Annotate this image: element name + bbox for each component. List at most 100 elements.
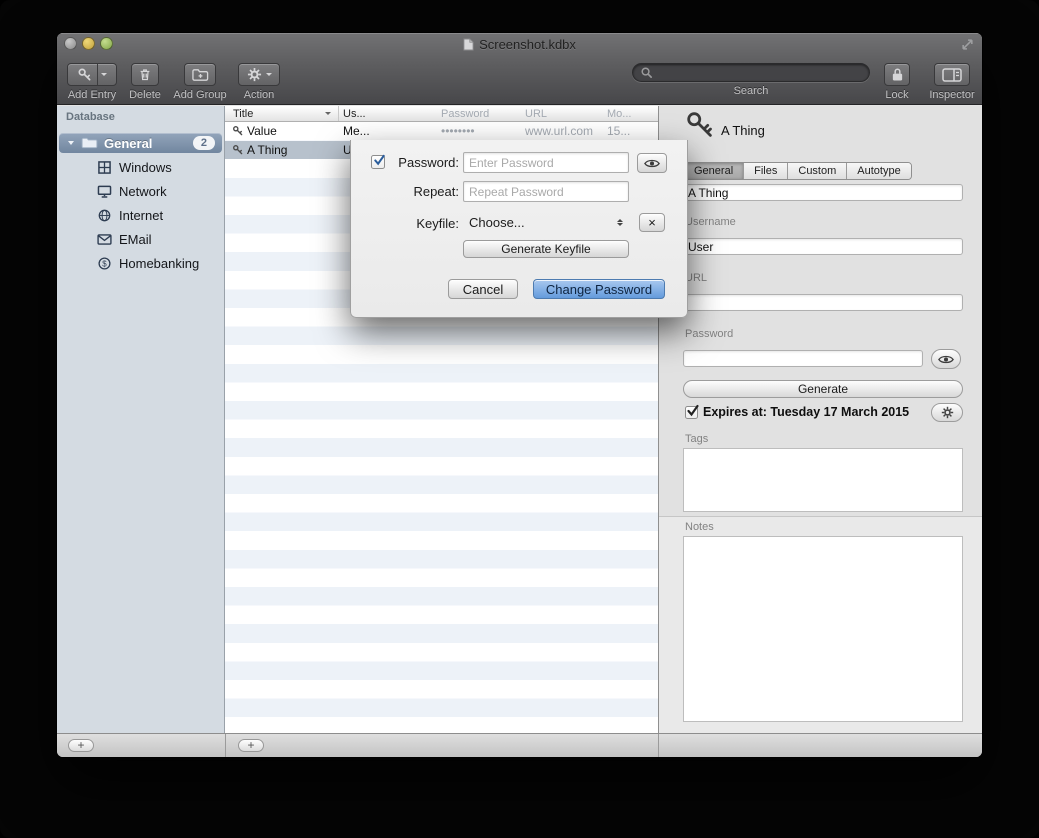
add-group-toolbar-item: Add Group <box>169 63 231 101</box>
reveal-password-button[interactable] <box>637 153 667 173</box>
chevron-down-icon <box>266 73 272 76</box>
title-area: Screenshot.kdbx <box>57 36 982 53</box>
sidebar-item-windows[interactable]: Windows <box>57 155 224 179</box>
gear-icon <box>941 406 954 419</box>
tags-label: Tags <box>685 433 708 445</box>
username-field[interactable] <box>683 238 963 255</box>
delete-toolbar-item: Delete <box>127 63 163 101</box>
cancel-button[interactable]: Cancel <box>448 279 518 299</box>
entry-row[interactable]: Value Me... •••••••• www.url.com 15... <box>225 122 658 141</box>
inspector-tabs: General Files Custom Autotype <box>683 162 912 180</box>
list-header: Title Us... Password URL Mo... <box>225 106 658 122</box>
delete-button[interactable] <box>131 63 159 86</box>
checkmark-icon <box>686 404 700 423</box>
add-entry-button[interactable] <box>67 63 117 86</box>
password-label: Password <box>685 328 733 340</box>
expires-checkbox[interactable] <box>685 406 698 419</box>
sidebar-item-email[interactable]: EMail <box>57 227 224 251</box>
bottom-bar-divider <box>225 734 226 757</box>
password-label: Password: <box>381 155 459 170</box>
toolbar: Add Entry Delete <box>57 55 982 105</box>
add-group-button[interactable] <box>184 63 216 86</box>
eye-icon <box>644 158 660 169</box>
lock-label: Lock <box>879 89 915 101</box>
reveal-password-button[interactable] <box>931 349 961 369</box>
generate-password-button[interactable]: Generate <box>683 380 963 398</box>
password-input[interactable] <box>463 152 629 173</box>
url-field[interactable] <box>683 294 963 311</box>
tab-autotype[interactable]: Autotype <box>847 163 910 179</box>
sidebar-item-label: Windows <box>119 160 172 175</box>
repeat-password-input[interactable] <box>463 181 629 202</box>
lock-icon <box>891 67 904 82</box>
eye-icon <box>938 354 954 365</box>
inspector-panel-icon <box>942 68 962 82</box>
sidebar-item-internet[interactable]: Internet <box>57 203 224 227</box>
action-button[interactable] <box>238 63 280 86</box>
disclosure-triangle-icon[interactable] <box>68 141 74 145</box>
window-titlebar[interactable]: Screenshot.kdbx <box>57 33 982 55</box>
entry-key-icon <box>685 110 715 145</box>
repeat-label: Repeat: <box>381 184 459 199</box>
sidebar-group-general[interactable]: General 2 <box>59 133 222 153</box>
column-divider <box>338 106 339 121</box>
add-group-plus-button[interactable]: + <box>68 739 94 752</box>
folder-plus-icon <box>192 68 209 82</box>
sidebar-section-header: Database <box>66 111 115 123</box>
action-toolbar-item: Action <box>233 63 285 101</box>
sidebar-item-network[interactable]: Network <box>57 179 224 203</box>
lock-button[interactable] <box>884 63 910 86</box>
fullscreen-icon[interactable] <box>961 38 974 51</box>
column-header-password[interactable]: Password <box>441 108 489 120</box>
envelope-icon <box>96 231 112 247</box>
globe-icon <box>96 207 112 223</box>
group-count-badge: 2 <box>193 136 215 150</box>
key-icon <box>77 67 92 82</box>
change-password-button[interactable]: Change Password <box>533 279 665 299</box>
tags-box[interactable] <box>683 448 963 512</box>
column-header-modified[interactable]: Mo... <box>607 108 631 120</box>
password-field[interactable] <box>683 350 923 367</box>
keyfile-popup[interactable]: Choose... <box>463 212 629 233</box>
url-label: URL <box>685 272 707 284</box>
column-header-title[interactable]: Title <box>233 108 253 120</box>
expires-label: Expires at: Tuesday 17 March 2015 <box>703 405 909 419</box>
add-group-label: Add Group <box>169 89 231 101</box>
sidebar-item-label: EMail <box>119 232 152 247</box>
entry-title-cell: A Thing <box>247 143 287 157</box>
column-header-url[interactable]: URL <box>525 108 547 120</box>
screen-background: Screenshot.kdbx Add Entry <box>0 0 1039 838</box>
password-settings-button[interactable] <box>931 403 963 422</box>
window-panes-icon <box>96 159 112 175</box>
sidebar-item-label: Network <box>119 184 167 199</box>
inspector-label: Inspector <box>928 89 976 101</box>
search-input[interactable] <box>658 65 862 81</box>
folder-icon <box>81 137 98 149</box>
title-field[interactable] <box>683 184 963 201</box>
tab-files[interactable]: Files <box>744 163 788 179</box>
window-title: Screenshot.kdbx <box>479 37 576 52</box>
search-field[interactable] <box>632 63 870 82</box>
chevron-down-icon <box>101 73 107 76</box>
inspector-panel: A Thing General Files Custom Autotype Us… <box>658 106 982 733</box>
window-chrome: Screenshot.kdbx Add Entry <box>57 33 982 105</box>
notes-box[interactable] <box>683 536 963 722</box>
add-entry-plus-button[interactable]: + <box>238 739 264 752</box>
entry-username-cell: Me... <box>343 124 370 138</box>
group-name: General <box>104 136 152 151</box>
notes-label: Notes <box>685 521 714 533</box>
tab-custom[interactable]: Custom <box>788 163 847 179</box>
svg-text:$: $ <box>102 259 107 268</box>
clear-keyfile-button[interactable]: × <box>639 213 665 232</box>
column-header-username[interactable]: Us... <box>343 108 366 120</box>
tab-general[interactable]: General <box>684 163 744 179</box>
generate-keyfile-button[interactable]: Generate Keyfile <box>463 240 629 258</box>
sidebar-item-label: Internet <box>119 208 163 223</box>
username-label: Username <box>685 216 736 228</box>
inspector-button[interactable] <box>934 63 970 86</box>
search-icon <box>640 66 653 79</box>
add-entry-label: Add Entry <box>63 89 121 101</box>
inspector-entry-title: A Thing <box>721 123 765 138</box>
sidebar: Database General 2 Windows <box>57 106 225 733</box>
sidebar-item-homebanking[interactable]: $ Homebanking <box>57 251 224 275</box>
